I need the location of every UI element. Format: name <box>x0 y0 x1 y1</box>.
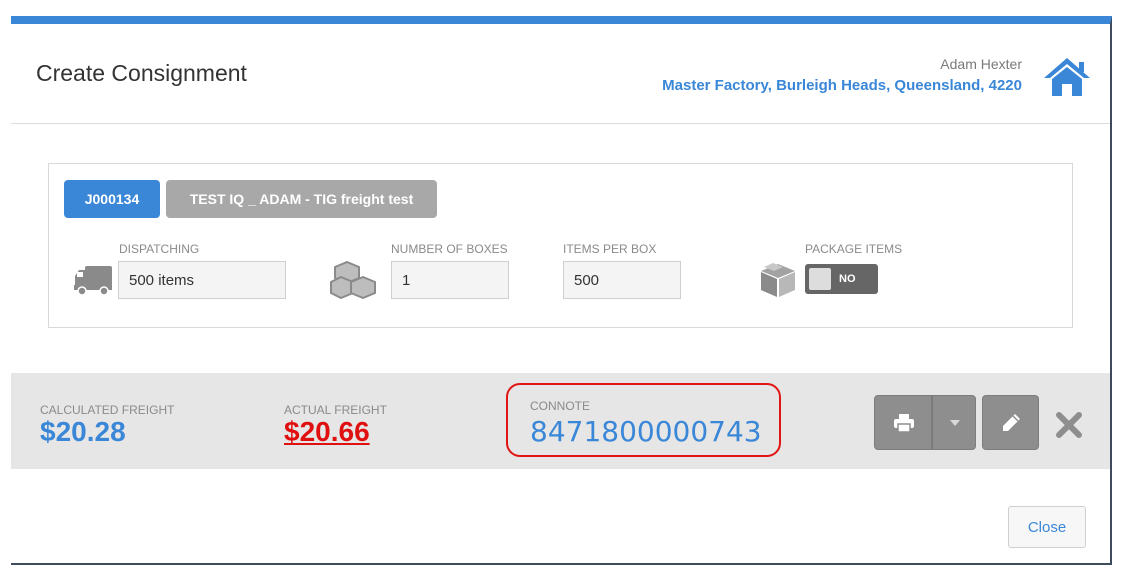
edit-button[interactable] <box>982 395 1039 450</box>
pencil-icon <box>1003 414 1020 431</box>
home-icon[interactable] <box>1042 56 1092 98</box>
calculated-freight-value: $20.28 <box>40 416 126 447</box>
number-of-boxes-label: NUMBER OF BOXES <box>391 242 508 256</box>
user-name: Adam Hexter <box>940 56 1022 72</box>
close-button[interactable]: Close <box>1008 506 1086 548</box>
freight-summary-bar: CALCULATED FREIGHT $20.28 ACTUAL FREIGHT… <box>11 373 1110 469</box>
toggle-state-label: NO <box>839 273 856 285</box>
actual-freight-value[interactable]: $20.66 <box>284 416 370 448</box>
package-icon <box>761 263 795 297</box>
close-icon[interactable] <box>1055 411 1083 439</box>
package-items-label: PACKAGE ITEMS <box>805 242 903 256</box>
toggle-knob <box>809 268 831 290</box>
package-items-toggle[interactable]: NO <box>805 264 878 294</box>
print-button[interactable] <box>874 395 932 450</box>
connote-value: 8471800000743 <box>530 415 762 448</box>
truck-icon <box>74 266 112 296</box>
backdrop <box>1112 0 1126 580</box>
print-options-dropdown[interactable] <box>932 395 976 450</box>
factory-location: Master Factory, Burleigh Heads, Queensla… <box>662 77 1022 94</box>
job-id-badge[interactable]: J000134 <box>64 180 160 218</box>
job-name-badge[interactable]: TEST IQ _ ADAM - TIG freight test <box>166 180 437 218</box>
connote-label: CONNOTE <box>530 399 590 413</box>
dispatching-input[interactable] <box>118 261 286 299</box>
backdrop <box>0 565 1126 580</box>
modal-title: Create Consignment <box>36 60 247 86</box>
create-consignment-modal: Create Consignment Adam Hexter Master Fa… <box>11 16 1112 565</box>
modal-header: Create Consignment Adam Hexter Master Fa… <box>11 24 1110 124</box>
caret-down-icon <box>950 420 960 426</box>
consignment-details-panel: J000134 TEST IQ _ ADAM - TIG freight tes… <box>48 163 1073 328</box>
calculated-freight-label: CALCULATED FREIGHT <box>40 403 175 417</box>
items-per-box-input[interactable] <box>563 261 681 299</box>
actual-freight-label: ACTUAL FREIGHT <box>284 403 387 417</box>
dispatching-label: DISPATCHING <box>119 242 200 256</box>
printer-icon <box>894 414 914 432</box>
connote-highlight-box: CONNOTE 8471800000743 <box>506 383 781 457</box>
number-of-boxes-input[interactable] <box>391 261 509 299</box>
boxes-icon <box>330 261 376 299</box>
items-per-box-label: ITEMS PER BOX <box>563 242 657 256</box>
